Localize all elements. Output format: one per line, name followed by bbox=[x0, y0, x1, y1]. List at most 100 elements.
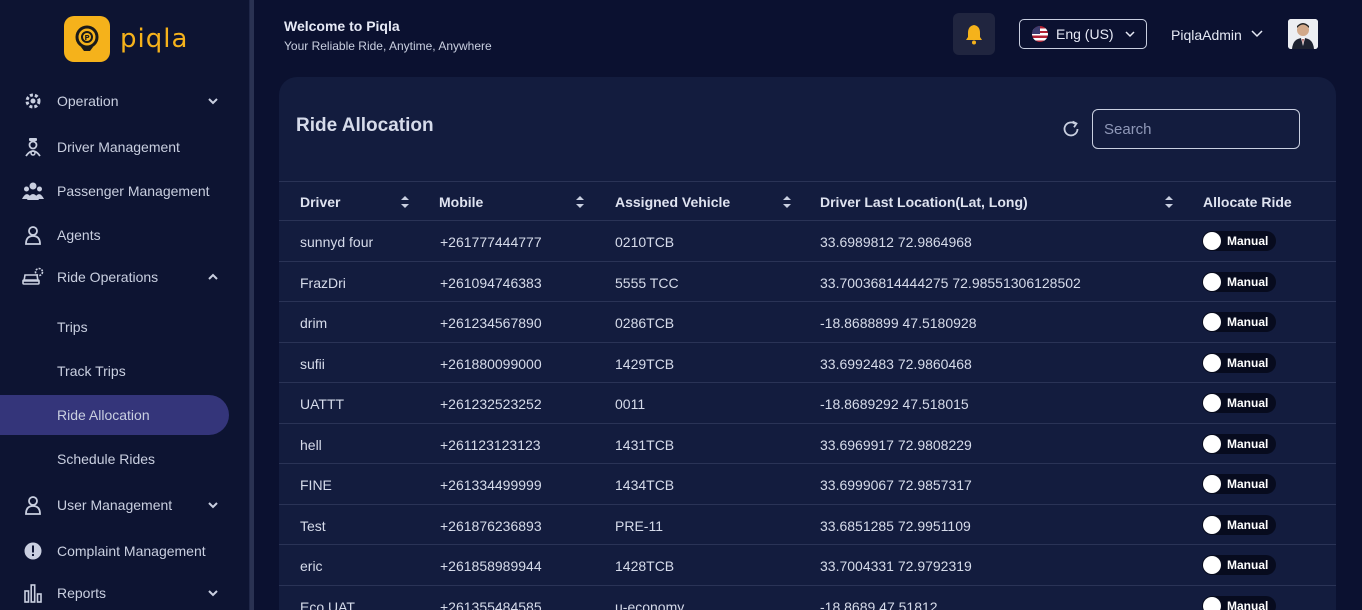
app-logo[interactable]: P piqla bbox=[64, 16, 188, 62]
toggle-knob bbox=[1203, 313, 1221, 331]
sidebar-item-user-management[interactable]: User Management bbox=[0, 485, 250, 525]
cell-vehicle: 1431TCB bbox=[615, 436, 675, 453]
sidebar: P piqla Operation Driver Management Pass… bbox=[0, 0, 250, 610]
search-input[interactable] bbox=[1092, 109, 1300, 149]
toggle-label: Manual bbox=[1227, 477, 1269, 491]
column-header-allocate-ride: Allocate Ride bbox=[1203, 194, 1292, 210]
allocate-ride-toggle[interactable]: Manual bbox=[1202, 555, 1276, 575]
language-select[interactable]: Eng (US) bbox=[1019, 19, 1147, 49]
sort-icon[interactable] bbox=[400, 194, 410, 210]
sidebar-item-passenger-management[interactable]: Passenger Management bbox=[0, 171, 250, 211]
toggle-label: Manual bbox=[1227, 274, 1269, 289]
sidebar-item-label: User Management bbox=[57, 497, 173, 513]
cell-location: 33.6851285 72.9951109 bbox=[820, 517, 971, 534]
logo-badge-icon: P bbox=[64, 16, 110, 62]
alert-icon bbox=[22, 540, 44, 562]
chevron-down-icon bbox=[208, 590, 218, 597]
table-row: sufii +261880099000 1429TCB 33.6992483 72.9… bbox=[279, 343, 1336, 383]
cell-mobile: +261880099000 bbox=[440, 355, 542, 372]
cell-location: -18.8689292 47.518015 bbox=[820, 396, 969, 412]
cell-location: 33.70036814444275 72.98551306128502 bbox=[820, 274, 1081, 291]
allocate-ride-toggle[interactable]: Manual bbox=[1202, 393, 1276, 413]
sort-icon[interactable] bbox=[1164, 194, 1174, 210]
toggle-label: Manual bbox=[1227, 436, 1269, 451]
toggle-knob bbox=[1203, 394, 1221, 412]
table-row: FINE +261334499999 1434TCB 33.6999067 72.98… bbox=[279, 464, 1336, 505]
chevron-down-icon bbox=[208, 502, 218, 509]
table-row: FrazDri +261094746383 5555 TCC 33.700368144… bbox=[279, 262, 1336, 302]
sidebar-item-agents[interactable]: Agents bbox=[0, 215, 250, 255]
toggle-knob bbox=[1203, 434, 1221, 453]
sidebar-item-operation[interactable]: Operation bbox=[0, 81, 250, 121]
cell-vehicle: u-economy bbox=[615, 598, 685, 610]
chevron-down-icon bbox=[1125, 31, 1135, 38]
toggle-label: Manual bbox=[1227, 355, 1269, 370]
toggle-knob bbox=[1203, 475, 1221, 493]
allocate-ride-toggle[interactable]: Manual bbox=[1202, 474, 1276, 494]
cell-mobile: +261232523252 bbox=[440, 396, 542, 412]
sidebar-item-label: Passenger Management bbox=[57, 183, 210, 199]
cell-driver: FrazDri bbox=[300, 274, 346, 291]
cell-vehicle: 1434TCB bbox=[615, 477, 675, 493]
allocate-ride-toggle[interactable]: Manual bbox=[1202, 595, 1276, 610]
toggle-label: Manual bbox=[1227, 396, 1269, 410]
cell-location: 33.6992483 72.9860468 bbox=[820, 355, 972, 372]
sidebar-item-track-trips[interactable]: Track Trips bbox=[0, 351, 250, 391]
cell-driver: FINE bbox=[300, 477, 332, 493]
table-row: UATTT +261232523252 0011 -18.8689292 47.518… bbox=[279, 383, 1336, 424]
sidebar-item-trips[interactable]: Trips bbox=[0, 307, 250, 347]
sidebar-scrollbar[interactable] bbox=[250, 0, 254, 610]
cell-vehicle: 0210TCB bbox=[615, 234, 675, 250]
user-menu-name[interactable]: PiqlaAdmin bbox=[1171, 27, 1242, 43]
allocate-ride-toggle[interactable]: Manual bbox=[1202, 271, 1276, 292]
chevron-down-icon[interactable] bbox=[1250, 27, 1264, 41]
sidebar-item-reports[interactable]: Reports bbox=[0, 573, 250, 610]
column-header-driver-location[interactable]: Driver Last Location(Lat, Long) bbox=[820, 194, 1028, 210]
cell-vehicle: 1428TCB bbox=[615, 558, 675, 574]
avatar[interactable] bbox=[1288, 19, 1318, 49]
cell-location: 33.6989812 72.9864968 bbox=[820, 234, 972, 250]
refresh-icon[interactable] bbox=[1061, 119, 1081, 139]
cell-vehicle: 0011 bbox=[615, 396, 646, 412]
sidebar-item-ride-operations[interactable]: Ride Operations bbox=[0, 257, 250, 297]
allocate-ride-toggle[interactable]: Manual bbox=[1202, 514, 1276, 535]
column-header-assigned-vehicle[interactable]: Assigned Vehicle bbox=[615, 194, 730, 210]
sidebar-item-driver-management[interactable]: Driver Management bbox=[0, 127, 250, 167]
app-name: piqla bbox=[120, 24, 189, 54]
toggle-knob bbox=[1203, 353, 1221, 372]
cell-location: 33.6969917 72.9808229 bbox=[820, 436, 972, 453]
toggle-label: Manual bbox=[1227, 558, 1269, 572]
cell-location: -18.8688899 47.5180928 bbox=[820, 315, 977, 331]
cell-driver: sufii bbox=[300, 355, 325, 372]
allocate-ride-toggle[interactable]: Manual bbox=[1202, 433, 1276, 454]
users-icon bbox=[22, 180, 44, 202]
cell-location: 33.6999067 72.9857317 bbox=[820, 477, 972, 493]
language-label: Eng (US) bbox=[1056, 26, 1114, 42]
gear-icon bbox=[22, 90, 44, 112]
allocate-ride-toggle[interactable]: Manual bbox=[1202, 312, 1276, 332]
driver-icon bbox=[22, 136, 44, 158]
bell-icon bbox=[966, 25, 982, 45]
sidebar-item-schedule-rides[interactable]: Schedule Rides bbox=[0, 439, 250, 479]
toggle-label: Manual bbox=[1227, 517, 1269, 532]
sidebar-item-complaint-management[interactable]: Complaint Management bbox=[0, 531, 250, 571]
allocate-ride-toggle[interactable]: Manual bbox=[1202, 231, 1276, 251]
sidebar-item-label: Driver Management bbox=[57, 139, 180, 155]
sort-icon[interactable] bbox=[575, 194, 585, 210]
toggle-knob bbox=[1203, 515, 1221, 534]
cell-vehicle: 0286TCB bbox=[615, 315, 675, 331]
cell-driver: eric bbox=[300, 558, 323, 574]
allocate-ride-toggle[interactable]: Manual bbox=[1202, 352, 1276, 373]
sidebar-item-ride-allocation[interactable]: Ride Allocation bbox=[0, 395, 229, 435]
notifications-button[interactable] bbox=[953, 13, 995, 55]
column-header-driver[interactable]: Driver bbox=[300, 194, 340, 210]
toggle-label: Manual bbox=[1227, 315, 1269, 329]
cell-mobile: +261876236893 bbox=[440, 517, 542, 534]
cell-mobile: +261094746383 bbox=[440, 274, 542, 291]
column-header-mobile[interactable]: Mobile bbox=[439, 194, 483, 210]
cell-vehicle: PRE-11 bbox=[615, 517, 663, 534]
toggle-knob bbox=[1203, 596, 1221, 610]
sidebar-item-label: Complaint Management bbox=[57, 543, 206, 559]
sort-icon[interactable] bbox=[782, 194, 792, 210]
toggle-label: Manual bbox=[1227, 234, 1269, 248]
